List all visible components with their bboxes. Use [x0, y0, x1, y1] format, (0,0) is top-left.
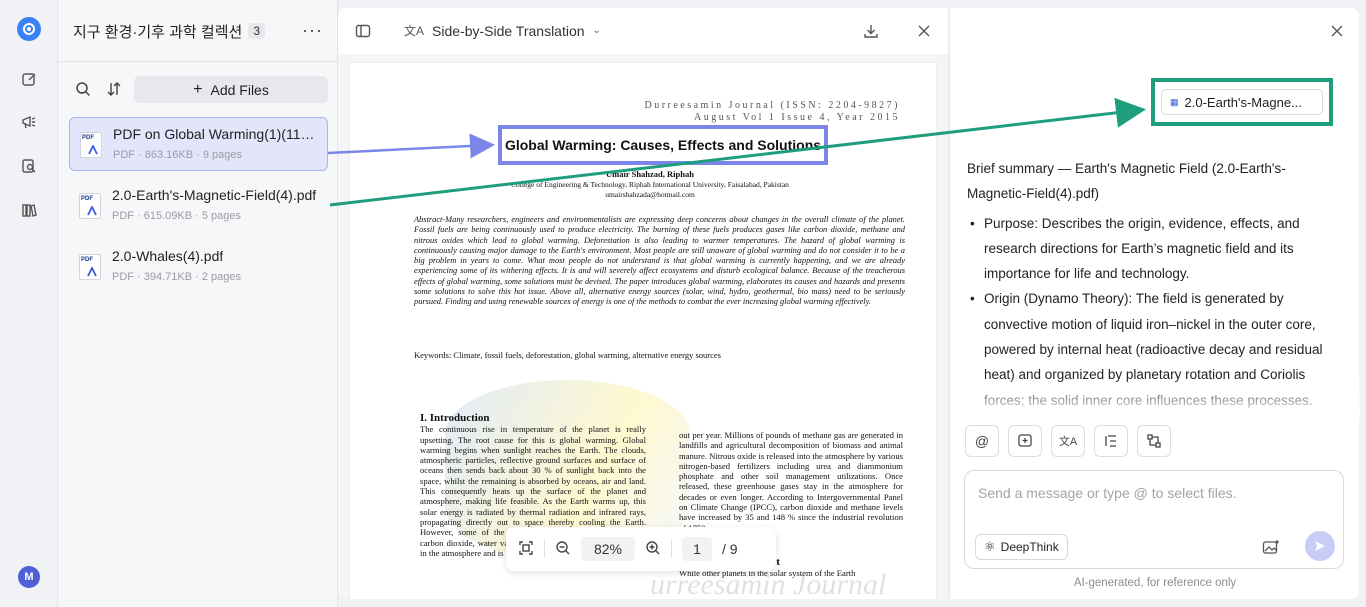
app-logo-icon[interactable] [17, 17, 41, 41]
author-email: umairshahzada@hotmail.com [605, 190, 695, 199]
sort-icon[interactable] [105, 80, 123, 98]
journal-watermark: urreesamin Journal [650, 568, 887, 599]
send-button[interactable] [1305, 531, 1335, 561]
more-options-icon[interactable]: ··· [302, 20, 323, 41]
deepthink-label: DeepThink [1000, 540, 1059, 554]
file-name: PDF on Global Warming(1)(11).pdf [113, 126, 319, 142]
deepthink-toggle[interactable]: ⚛ DeepThink [975, 534, 1068, 560]
scroll-fade [950, 378, 1360, 418]
message-input[interactable] [978, 485, 1328, 501]
journal-line: August Vol 1 Issue 4, Year 2015 [693, 112, 900, 123]
zoom-in-icon[interactable] [645, 540, 661, 559]
edit-icon[interactable] [16, 66, 42, 92]
translate-icon: 文A [404, 24, 425, 38]
zoom-out-icon[interactable] [555, 540, 571, 559]
chevron-down-icon: ⌄ [592, 25, 601, 36]
divider [544, 540, 545, 558]
pdf-file-icon: PDF [79, 254, 101, 280]
paper-abstract: Abstract-Many researchers, engineers and… [414, 215, 905, 307]
add-files-button[interactable]: + Add Files [134, 76, 328, 103]
fit-page-icon[interactable] [518, 540, 534, 559]
chat-panel: ▦ 2.0-Earth's-Magne... Brief summary — E… [949, 8, 1360, 599]
attached-file-chip[interactable]: ▦ 2.0-Earth's-Magne... [1161, 89, 1323, 115]
document-viewer: 文A Side-by-Side Translation ⌄ Durreesami… [338, 8, 948, 599]
megaphone-icon[interactable] [16, 109, 42, 135]
file-panel: 지구 환경·기후 과학 컬렉션 3 ··· + Add Files PDF PD… [58, 0, 338, 607]
mention-icon[interactable]: @ [965, 425, 999, 457]
download-icon[interactable] [862, 22, 880, 40]
journal-header: Durreesamin Journal (ISSN: 2204-9827) Au… [644, 100, 900, 124]
atom-icon: ⚛ [984, 539, 996, 554]
library-icon[interactable] [16, 197, 42, 223]
paper-title: Global Warming: Causes, Effects and Solu… [498, 125, 828, 165]
message-composer: ⚛ DeepThink [964, 470, 1344, 569]
pdf-file-icon: PDF [80, 132, 102, 158]
zoom-level[interactable]: 82% [581, 537, 635, 561]
paper-authors: Umair Shahzad, Riphah College of Enginee… [430, 169, 870, 200]
zoom-controls: 82% 1 / 9 [506, 527, 776, 571]
close-panel-icon[interactable] [1330, 24, 1344, 43]
pdf-page: Durreesamin Journal (ISSN: 2204-9827) Au… [350, 63, 936, 599]
journal-line: Durreesamin Journal (ISSN: 2204-9827) [644, 100, 900, 111]
plus-icon: + [193, 80, 203, 98]
mindmap-icon[interactable] [1137, 425, 1171, 457]
summary-intro: Brief summary — Earth's Magnetic Field (… [967, 161, 1286, 202]
file-meta: PDF · 863.16KB · 9 pages [113, 149, 243, 161]
pdf-file-icon: PDF [79, 193, 101, 219]
paper-keywords: Keywords: Climate, fossil fuels, defores… [414, 350, 721, 360]
file-meta: PDF · 394.71KB · 2 pages [112, 271, 242, 283]
file-meta: PDF · 615.09KB · 5 pages [112, 210, 242, 222]
file-item-whales[interactable]: PDF 2.0-Whales(4).pdf PDF · 394.71KB · 2… [69, 240, 328, 294]
file-item-earth-magnetic[interactable]: PDF 2.0-Earth's-Magnetic-Field(4).pdf PD… [69, 179, 328, 233]
add-prompt-icon[interactable] [1008, 425, 1042, 457]
translation-mode-dropdown[interactable]: 文A Side-by-Side Translation ⌄ [404, 22, 601, 39]
quick-actions: @ 文A [965, 425, 1171, 457]
author-affiliation: College of Engineering & Technology, Rip… [511, 180, 789, 189]
close-icon[interactable] [915, 22, 933, 40]
collection-title: 지구 환경·기후 과학 컬렉션 [73, 23, 243, 41]
file-name: 2.0-Whales(4).pdf [112, 248, 224, 264]
page-number-input[interactable]: 1 [682, 537, 712, 561]
user-avatar[interactable]: M [18, 566, 40, 588]
author-names: Umair Shahzad, Riphah [606, 169, 694, 179]
chat-summary: Brief summary — Earth's Magnetic Field (… [967, 156, 1327, 413]
file-item-global-warming[interactable]: PDF PDF on Global Warming(1)(11).pdf PDF… [69, 117, 328, 171]
outline-icon[interactable] [1094, 425, 1128, 457]
image-upload-icon[interactable] [1261, 537, 1281, 557]
collection-count-badge: 3 [248, 23, 265, 39]
intro-heading: I. Introduction [420, 412, 490, 424]
sidebar-toggle-icon[interactable] [354, 22, 372, 40]
search-icon[interactable] [74, 80, 92, 98]
document-search-icon[interactable] [16, 153, 42, 179]
ai-disclaimer: AI-generated, for reference only [1073, 577, 1237, 589]
right-column-text: out per year. Millions of pounds of meth… [679, 430, 903, 533]
file-name: 2.0-Earth's-Magnetic-Field(4).pdf [112, 187, 317, 203]
collection-header: 지구 환경·기후 과학 컬렉션 3 [73, 20, 265, 42]
add-files-label: Add Files [210, 81, 269, 98]
divider [58, 61, 338, 62]
left-rail: M [0, 0, 58, 607]
translation-mode-label: Side-by-Side Translation [432, 22, 585, 39]
summary-bullet: Purpose: Describes the origin, evidence,… [967, 211, 1327, 287]
pdf-file-icon: ▦ [1170, 96, 1179, 107]
translate-icon[interactable]: 文A [1051, 425, 1085, 457]
viewer-toolbar: 文A Side-by-Side Translation ⌄ [338, 8, 948, 54]
attached-file-name: 2.0-Earth's-Magne... [1184, 94, 1302, 110]
attached-file-highlight: ▦ 2.0-Earth's-Magne... [1151, 78, 1333, 126]
page-total: / 9 [722, 541, 738, 557]
divider [671, 540, 672, 558]
